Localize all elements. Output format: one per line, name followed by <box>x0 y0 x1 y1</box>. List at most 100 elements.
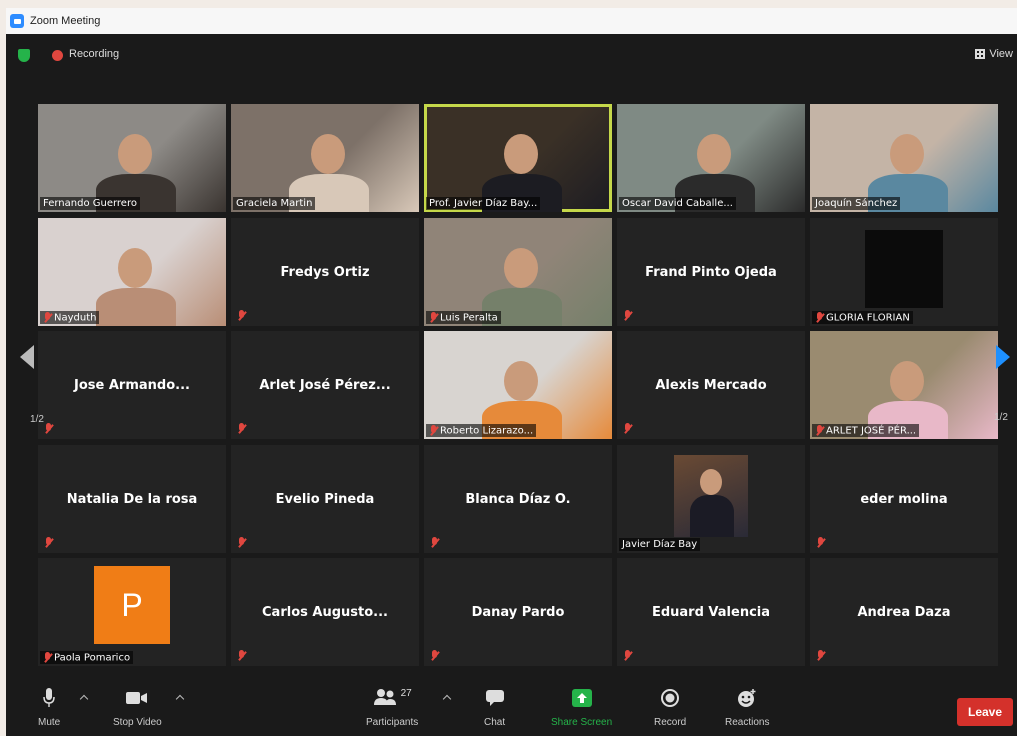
muted-microphone-icon <box>429 424 438 436</box>
participant-video-body <box>96 288 176 326</box>
muted-microphone-icon <box>43 311 52 323</box>
participant-tile[interactable]: Andrea Daza <box>810 558 998 666</box>
participant-tile[interactable]: Luis Peralta <box>424 218 612 326</box>
camera-off-frame <box>865 230 943 308</box>
participant-name-label: Paola Pomarico <box>40 650 134 664</box>
muted-microphone-icon <box>623 650 632 661</box>
participant-video-face <box>890 134 924 174</box>
muted-microphone-icon <box>43 651 52 663</box>
encryption-shield-icon[interactable] <box>18 49 30 62</box>
participant-name-label: Graciela Martin <box>233 197 316 210</box>
participant-tile[interactable]: GLORIA FLORIAN <box>810 218 998 326</box>
reactions-smiley-icon <box>736 686 758 710</box>
participant-tile[interactable]: Nayduth <box>38 218 226 326</box>
previous-page-arrow-icon[interactable] <box>20 345 34 369</box>
zoom-window: Zoom Meeting Recording View Fernando Gue… <box>6 8 1017 736</box>
chat-button[interactable]: Chat <box>484 686 505 728</box>
muted-microphone-icon <box>237 650 246 661</box>
participant-video-face <box>504 134 538 174</box>
participant-tile[interactable]: Blanca Díaz O. <box>424 445 612 553</box>
participant-tile[interactable]: eder molina <box>810 445 998 553</box>
share-screen-icon <box>571 686 593 710</box>
grid-view-icon <box>975 49 986 59</box>
participant-tile[interactable]: Arlet José Pérez... <box>231 331 419 439</box>
participants-button[interactable]: 27 Participants <box>366 686 419 729</box>
audio-options-chevron-icon[interactable] <box>79 694 89 704</box>
muted-microphone-icon <box>237 537 246 548</box>
profile-photo <box>674 455 748 537</box>
participant-tile[interactable]: Frand Pinto Ojeda <box>617 218 805 326</box>
participant-tile[interactable]: Natalia De la rosa <box>38 445 226 553</box>
share-screen-button[interactable]: Share Screen <box>551 686 612 728</box>
reactions-button[interactable]: Reactions <box>725 686 769 728</box>
muted-microphone-icon <box>430 537 439 548</box>
participant-tile[interactable]: Roberto Lizarazo... <box>424 331 612 439</box>
participant-tile[interactable]: Fernando Guerrero <box>38 104 226 212</box>
participant-tile[interactable]: Oscar David Caballe... <box>617 104 805 212</box>
profile-photo-suit <box>690 495 734 537</box>
participant-tile[interactable]: Javier Díaz Bay <box>617 445 805 553</box>
participant-video-face <box>504 361 538 401</box>
view-button[interactable]: View <box>975 48 1013 60</box>
leave-button[interactable]: Leave <box>957 698 1013 726</box>
participant-name: Andrea Daza <box>857 604 951 620</box>
participant-name-label: Nayduth <box>40 310 100 324</box>
muted-microphone-icon <box>623 423 632 434</box>
participant-video-face <box>890 361 924 401</box>
record-icon <box>660 686 680 710</box>
participants-options-chevron-icon[interactable] <box>442 694 452 704</box>
participant-tile[interactable]: Evelio Pineda <box>231 445 419 553</box>
recording-label: Recording <box>69 48 120 60</box>
participant-name: Carlos Augusto... <box>262 604 388 620</box>
page-indicator-right: 1/2 <box>994 412 1008 423</box>
participants-label: Participants <box>366 717 419 728</box>
participant-tile[interactable]: Jose Armando... <box>38 331 226 439</box>
meeting-controls: Mute Stop Video 27 Participants Chat Sha… <box>6 678 1017 736</box>
participant-name: Evelio Pineda <box>275 491 375 507</box>
chat-label: Chat <box>484 717 506 728</box>
muted-microphone-icon <box>237 423 246 434</box>
participant-name: ARLET JOSÉ PÉR... <box>826 425 917 436</box>
participant-name-label: GLORIA FLORIAN <box>812 310 913 324</box>
mute-button[interactable]: Mute <box>38 686 60 728</box>
chat-bubble-icon <box>485 686 505 710</box>
muted-microphone-icon <box>815 311 824 323</box>
participant-tile[interactable]: Eduard Valencia <box>617 558 805 666</box>
participant-tile[interactable]: P Paola Pomarico <box>38 558 226 666</box>
reactions-label: Reactions <box>725 717 770 728</box>
participant-tile[interactable]: Joaquín Sánchez <box>810 104 998 212</box>
participant-tile[interactable]: ARLET JOSÉ PÉR... <box>810 331 998 439</box>
participant-tile[interactable]: Graciela Martin <box>231 104 419 212</box>
stop-video-label: Stop Video <box>113 717 162 728</box>
muted-microphone-icon <box>816 537 825 548</box>
participant-tile[interactable]: Danay Pardo <box>424 558 612 666</box>
avatar: P <box>94 566 170 644</box>
stop-video-button[interactable]: Stop Video <box>113 686 162 728</box>
participant-tile[interactable]: Fredys Ortiz <box>231 218 419 326</box>
participant-name-label: Luis Peralta <box>426 310 501 324</box>
zoom-logo-icon <box>10 14 24 28</box>
participant-name: Frand Pinto Ojeda <box>645 264 777 280</box>
share-screen-label: Share Screen <box>551 717 613 728</box>
profile-photo-face <box>700 469 722 495</box>
participant-name: Eduard Valencia <box>651 604 771 620</box>
participant-name-label: Oscar David Caballe... <box>619 197 736 210</box>
participant-tile[interactable]: Alexis Mercado <box>617 331 805 439</box>
participant-name: Joaquín Sánchez <box>815 198 898 209</box>
participant-name: Fernando Guerrero <box>43 198 137 209</box>
participant-name: Roberto Lizarazo... <box>440 425 534 436</box>
participant-tile[interactable]: Carlos Augusto... <box>231 558 419 666</box>
video-options-chevron-icon[interactable] <box>175 694 185 704</box>
muted-microphone-icon <box>429 311 438 323</box>
muted-microphone-icon <box>623 310 632 321</box>
participant-tile[interactable]: Prof. Javier Díaz Bay... <box>424 104 612 212</box>
muted-microphone-icon <box>430 650 439 661</box>
participants-icon <box>373 688 399 709</box>
view-label: View <box>989 48 1013 60</box>
participant-video-face <box>118 248 152 288</box>
record-button[interactable]: Record <box>654 686 686 728</box>
recording-icon <box>52 50 63 61</box>
next-page-arrow-icon[interactable] <box>996 345 1010 369</box>
muted-microphone-icon <box>44 423 53 434</box>
participant-name-label: ARLET JOSÉ PÉR... <box>812 423 920 437</box>
